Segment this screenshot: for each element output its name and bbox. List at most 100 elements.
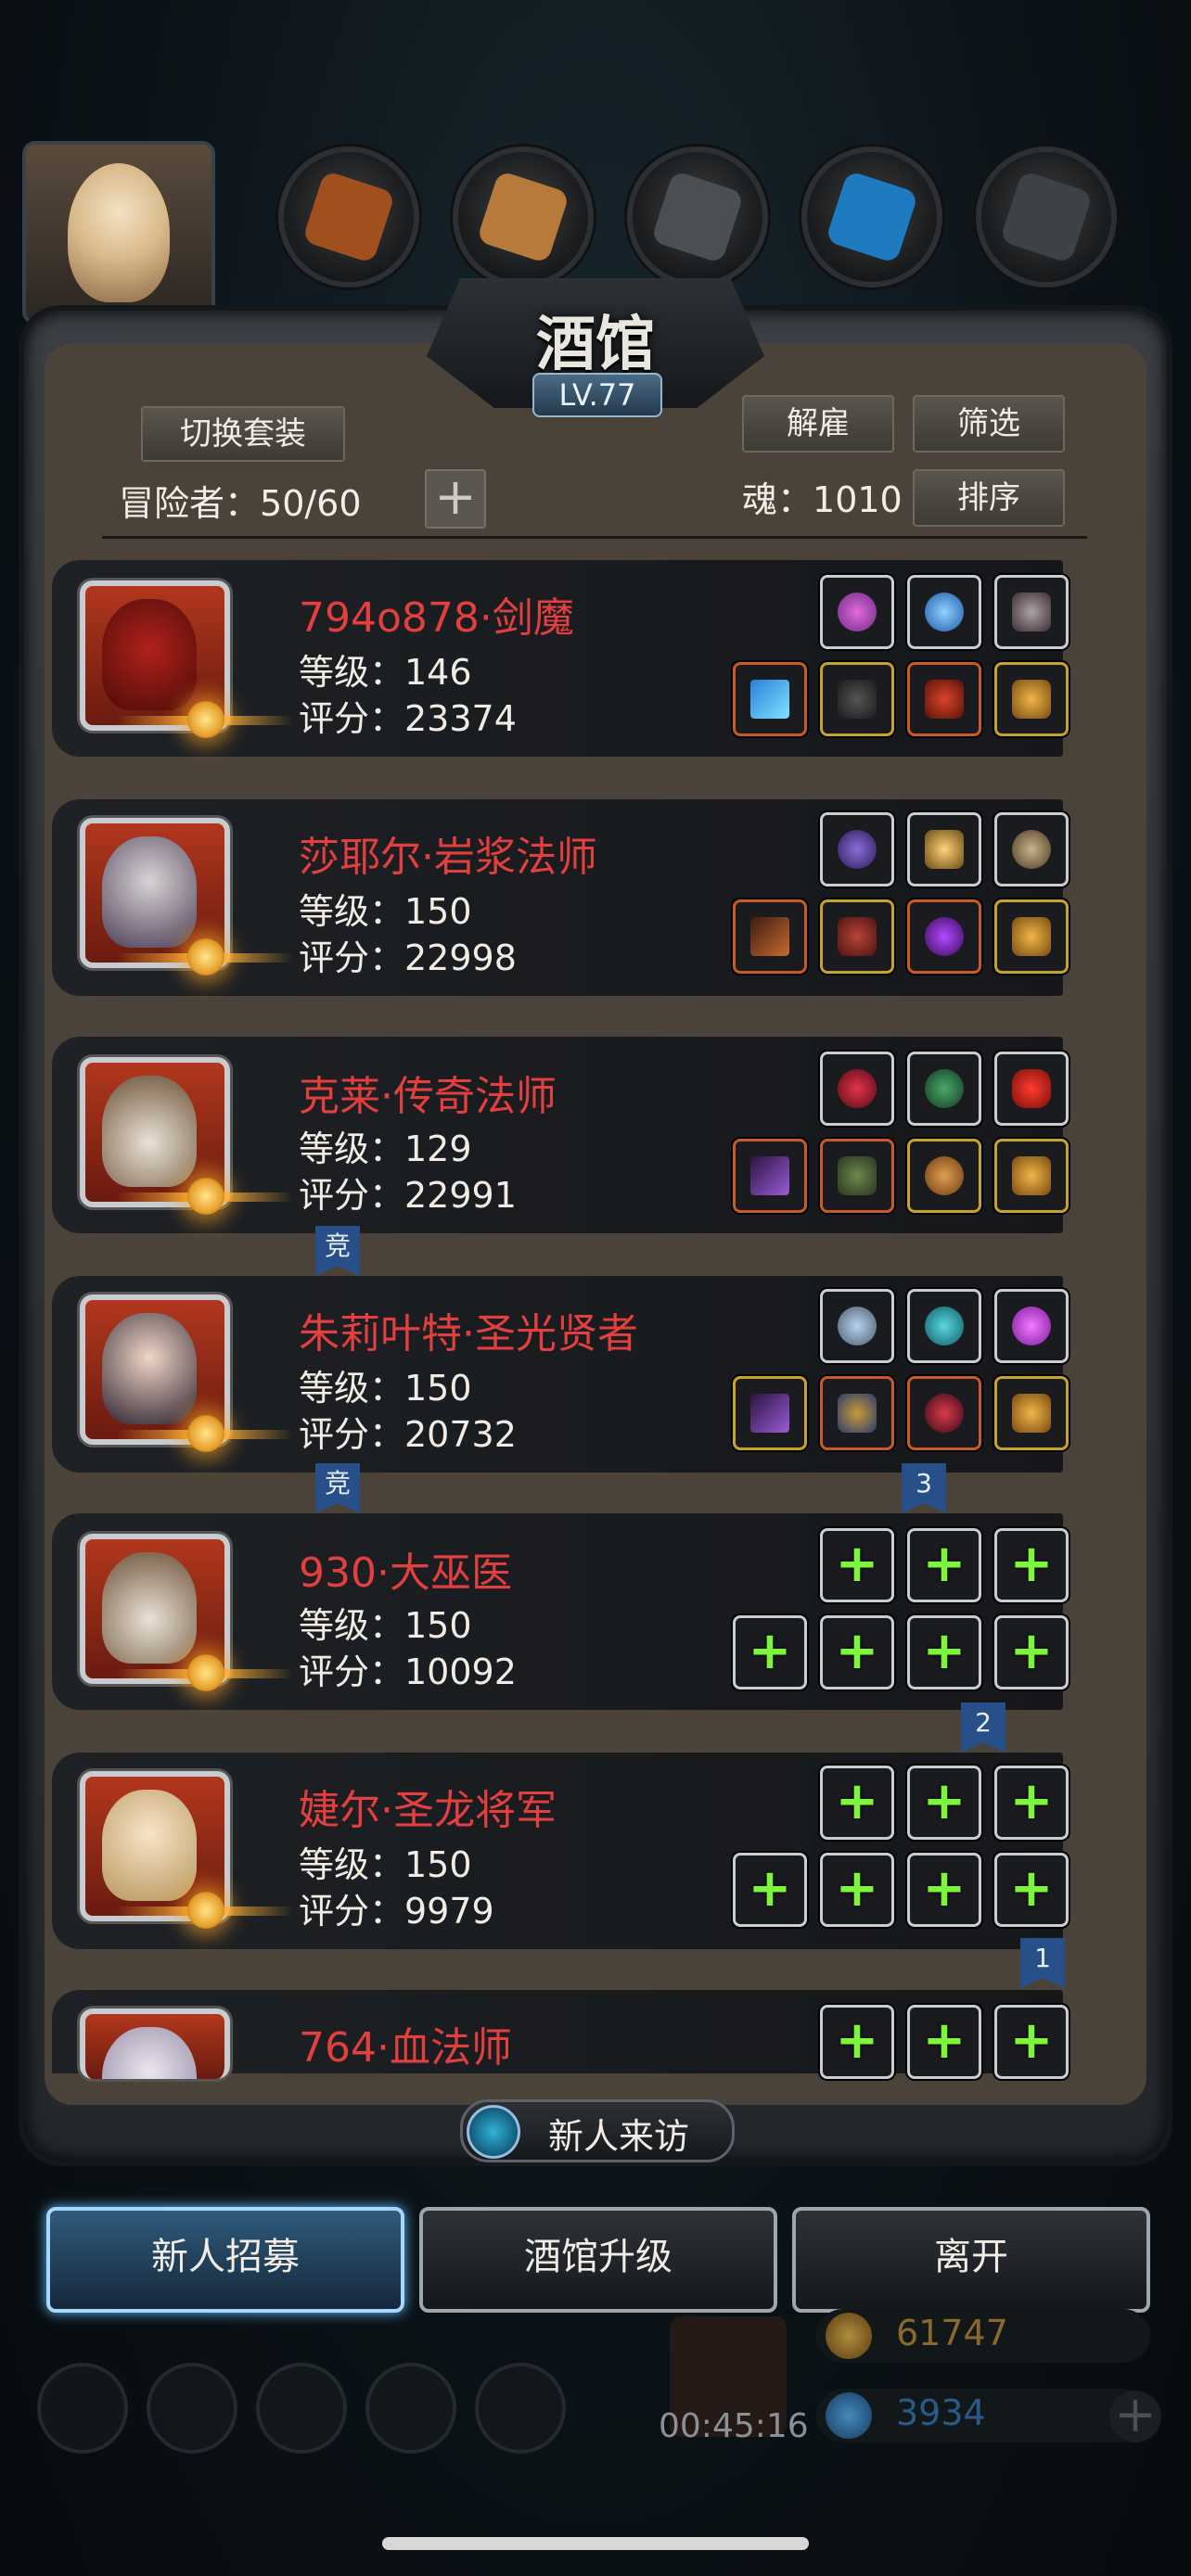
- orb-slot[interactable]: [627, 147, 768, 287]
- adventurer-level: 等级：150: [299, 1368, 472, 1409]
- divider: [102, 536, 1087, 539]
- empty-slot[interactable]: +: [994, 1615, 1069, 1690]
- equipment-slot[interactable]: [733, 1139, 807, 1213]
- adventurers-label: 冒险者：50/60: [119, 483, 362, 524]
- equipment-slot[interactable]: [820, 899, 894, 974]
- rank-medal-icon: [187, 1892, 224, 1929]
- empty-slot[interactable]: +: [907, 1528, 981, 1602]
- adventurer-score: 评分：22991: [299, 1175, 517, 1216]
- level-badge: LV.77: [532, 373, 662, 417]
- equipment-slot[interactable]: [733, 662, 807, 736]
- adventurer-avatar[interactable]: [80, 2009, 230, 2079]
- empty-slot[interactable]: +: [820, 1615, 894, 1690]
- empty-slot[interactable]: +: [820, 1853, 894, 1927]
- equipment-slot[interactable]: [907, 662, 981, 736]
- adventurer-score: 评分：10092: [299, 1651, 517, 1692]
- gem-slot[interactable]: [994, 1052, 1069, 1126]
- sort-button[interactable]: 排序: [913, 469, 1065, 527]
- equipment-slot[interactable]: [907, 1376, 981, 1450]
- adventurer-score: 评分：22998: [299, 937, 517, 978]
- adventurer-level: 等级：150: [299, 891, 472, 932]
- gem-slot[interactable]: [907, 1052, 981, 1126]
- menu-icon[interactable]: [147, 2363, 237, 2454]
- equipment-slot[interactable]: [820, 1139, 894, 1213]
- timer: 00:45:16: [659, 2407, 809, 2445]
- empty-slot[interactable]: +: [994, 1766, 1069, 1840]
- gem-resource: 3934: [816, 2389, 1150, 2442]
- adventurer-level: 等级：129: [299, 1129, 472, 1169]
- settings-icon[interactable]: [37, 2363, 128, 2454]
- adventurer-name: 克莱·传奇法师: [299, 1073, 557, 1120]
- orb-slot[interactable]: [278, 147, 419, 287]
- gem-slot[interactable]: [994, 575, 1069, 649]
- empty-slot[interactable]: +: [907, 2005, 981, 2079]
- equipment-slot[interactable]: [994, 662, 1069, 736]
- gem-slot[interactable]: [820, 812, 894, 886]
- empty-slot[interactable]: +: [733, 1853, 807, 1927]
- gem-slot[interactable]: [907, 1289, 981, 1363]
- gem-slot[interactable]: [907, 575, 981, 649]
- switch-set-button[interactable]: 切换套装: [141, 406, 345, 462]
- equipment-slot[interactable]: [994, 1376, 1069, 1450]
- rank-medal-icon: [187, 1654, 224, 1691]
- empty-slot[interactable]: +: [907, 1853, 981, 1927]
- page-title: 酒馆: [536, 310, 655, 379]
- gem-slot[interactable]: [820, 1289, 894, 1363]
- equipment-slot[interactable]: [820, 1376, 894, 1450]
- adventurer-name: 婕尔·圣龙将军: [299, 1787, 557, 1834]
- gem-slot[interactable]: [994, 1289, 1069, 1363]
- empty-slot[interactable]: +: [994, 1853, 1069, 1927]
- filter-button[interactable]: 筛选: [913, 395, 1065, 453]
- equipment-slot[interactable]: [994, 899, 1069, 974]
- adventurer-name: 朱莉叶特·圣光贤者: [299, 1310, 638, 1358]
- gold-resource: 61747: [816, 2309, 1150, 2363]
- adventurer-name: 莎耶尔·岩浆法师: [299, 834, 597, 881]
- mail-icon[interactable]: [365, 2363, 456, 2454]
- gold-coin-icon: [826, 2313, 872, 2359]
- orb-slot[interactable]: [976, 147, 1117, 287]
- equipment-slot[interactable]: [907, 899, 981, 974]
- equipment-slot[interactable]: [994, 1139, 1069, 1213]
- new-visitor-button[interactable]: 新人来访: [460, 2099, 735, 2162]
- dismiss-button[interactable]: 解雇: [742, 395, 894, 453]
- new-visitor-label: 新人来访: [548, 2116, 690, 2157]
- upgrade-tavern-button[interactable]: 酒馆升级: [419, 2207, 777, 2313]
- empty-slot[interactable]: +: [907, 1615, 981, 1690]
- add-gems-button[interactable]: +: [1109, 2390, 1161, 2442]
- orb-slot[interactable]: [453, 147, 594, 287]
- adventurer-level: 等级：150: [299, 1844, 472, 1885]
- hero-face: [68, 163, 170, 302]
- rank-medal-icon: [187, 938, 224, 976]
- equipment-slot[interactable]: [733, 899, 807, 974]
- equipment-slot[interactable]: [907, 1139, 981, 1213]
- gem-slot[interactable]: [820, 1052, 894, 1126]
- empty-slot[interactable]: +: [733, 1615, 807, 1690]
- orb-slot[interactable]: [801, 147, 942, 287]
- menu-icon[interactable]: [256, 2363, 347, 2454]
- adventurer-level: 等级：146: [299, 652, 472, 693]
- gem-slot[interactable]: [907, 812, 981, 886]
- empty-slot[interactable]: +: [820, 1766, 894, 1840]
- empty-slot[interactable]: +: [907, 1766, 981, 1840]
- empty-slot[interactable]: +: [994, 2005, 1069, 2079]
- empty-slot[interactable]: +: [994, 1528, 1069, 1602]
- soul-label: 魂：1010: [742, 479, 903, 520]
- rank-medal-icon: [187, 701, 224, 738]
- leave-button[interactable]: 离开: [792, 2207, 1150, 2313]
- add-capacity-button[interactable]: +: [425, 469, 486, 529]
- gem-slot[interactable]: [994, 812, 1069, 886]
- equipment-slot[interactable]: [733, 1376, 807, 1450]
- adventurer-score: 评分：20732: [299, 1414, 517, 1455]
- adventurer-score: 评分：23374: [299, 698, 517, 739]
- equipment-slot[interactable]: [820, 662, 894, 736]
- adventurers-count: 50/60: [260, 483, 362, 524]
- gold-value: 61747: [896, 2313, 1008, 2353]
- empty-slot[interactable]: +: [820, 1528, 894, 1602]
- recruit-button[interactable]: 新人招募: [46, 2207, 404, 2313]
- home-indicator[interactable]: [382, 2537, 809, 2550]
- diamond-icon: [826, 2392, 872, 2439]
- empty-slot[interactable]: +: [820, 2005, 894, 2079]
- menu-icon[interactable]: [475, 2363, 566, 2454]
- adventurer-name: 794o878·剑魔: [299, 594, 574, 642]
- gem-slot[interactable]: [820, 575, 894, 649]
